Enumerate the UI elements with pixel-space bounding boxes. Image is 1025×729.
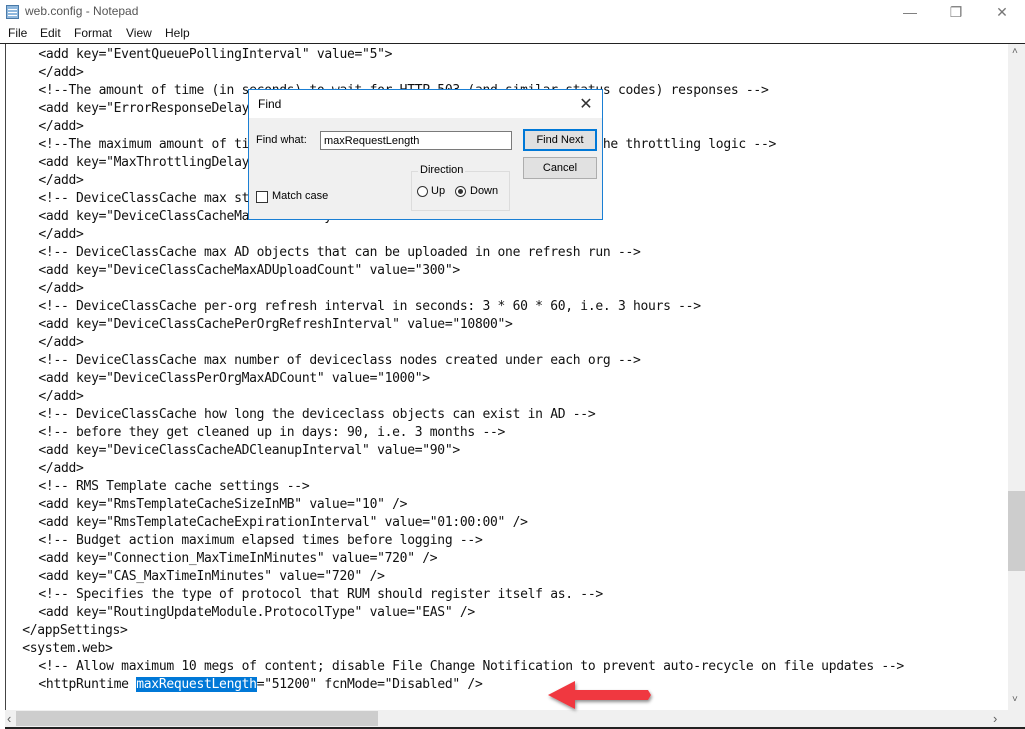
close-button[interactable]: ✕ xyxy=(979,0,1025,24)
code-line: </add> xyxy=(38,461,84,476)
window-title: web.config - Notepad xyxy=(25,4,139,18)
minimize-button[interactable]: — xyxy=(887,0,933,24)
find-what-label: Find what: xyxy=(256,134,307,146)
code-line: <!-- DeviceClassCache how long the devic… xyxy=(38,407,596,422)
minimize-icon: — xyxy=(903,4,917,20)
code-line: <add key="Connection_MaxTimeInMinutes" v… xyxy=(38,551,438,566)
code-line: <add key="DeviceClassCachePerOrgRefreshI… xyxy=(38,317,513,332)
direction-up-label[interactable]: Up xyxy=(431,185,445,197)
code-line: <add key="EventQueuePollingInterval" val… xyxy=(38,47,393,62)
horizontal-scroll-thumb[interactable] xyxy=(16,711,378,726)
menu-format[interactable]: Format xyxy=(74,26,112,40)
direction-down-label[interactable]: Down xyxy=(470,185,498,197)
code-line: <!-- before they get cleaned up in days:… xyxy=(38,425,506,440)
find-dialog-close-button[interactable]: ✕ xyxy=(576,94,596,114)
close-icon: ✕ xyxy=(996,3,1008,20)
find-dialog-title: Find xyxy=(258,97,282,111)
code-line: <!-- Budget action maximum elapsed times… xyxy=(38,533,483,548)
find-next-button[interactable]: Find Next xyxy=(523,129,597,151)
code-line: </appSettings> xyxy=(22,623,128,638)
code-line: <add key="DeviceClassCacheADCleanupInter… xyxy=(38,443,460,458)
code-after-selection: ="51200" fcnMode="Disabled" /> xyxy=(256,677,483,692)
arrow-shape xyxy=(548,681,651,709)
restore-icon: ❐ xyxy=(949,3,963,20)
scroll-left-icon[interactable]: ‹ xyxy=(7,711,11,726)
direction-group: Direction Up Down xyxy=(411,164,510,211)
close-icon: ✕ xyxy=(579,96,593,113)
match-case-label[interactable]: Match case xyxy=(272,190,328,202)
find-dialog-titlebar[interactable]: Find ✕ xyxy=(249,90,602,118)
find-dialog: Find ✕ Find what: Find Next Cancel Direc… xyxy=(248,89,603,220)
code-line: </add> xyxy=(38,389,84,404)
code-line: <!-- DeviceClassCache per-org refresh in… xyxy=(38,299,701,314)
direction-up-radio[interactable] xyxy=(417,186,428,197)
menu-view[interactable]: View xyxy=(126,26,152,40)
code-line: <add key="RoutingUpdateModule.ProtocolTy… xyxy=(38,605,475,620)
code-line: </add> xyxy=(38,65,84,80)
menu-help[interactable]: Help xyxy=(165,26,190,40)
code-line: <add key="RmsTemplateCacheExpirationInte… xyxy=(38,515,528,530)
red-arrow-annotation xyxy=(548,681,651,709)
code-line-httpruntime: <httpRuntime maxRequestLength="51200" fc… xyxy=(38,676,483,694)
scroll-up-icon[interactable]: ˄ xyxy=(1012,46,1018,57)
direction-down-radio[interactable] xyxy=(455,186,466,197)
code-line: </add> xyxy=(38,281,84,296)
notepad-icon xyxy=(6,5,19,19)
scroll-right-icon[interactable]: › xyxy=(993,711,997,726)
code-line: <!-- DeviceClassCache max number of devi… xyxy=(38,353,641,368)
menu-file[interactable]: File xyxy=(8,26,27,40)
code-line: <!-- RMS Template cache settings --> xyxy=(38,479,310,494)
selected-text: maxRequestLength xyxy=(136,677,257,692)
code-line: <add key="RmsTemplateCacheSizeInMB" valu… xyxy=(38,497,408,512)
code-line: </add> xyxy=(38,335,84,350)
code-line: <add key="DeviceClassPerOrgMaxADCount" v… xyxy=(38,371,430,386)
direction-label: Direction xyxy=(418,164,466,176)
vertical-scroll-thumb[interactable] xyxy=(1008,491,1025,571)
vertical-scrollbar[interactable]: ˄ ˅ xyxy=(1008,44,1025,710)
code-line: <add key="CAS_MaxTimeInMinutes" value="7… xyxy=(38,569,385,584)
code-before-selection: <httpRuntime xyxy=(38,677,137,692)
find-what-input[interactable] xyxy=(320,131,512,150)
horizontal-scrollbar[interactable]: ‹ › xyxy=(5,710,1008,727)
scroll-down-icon[interactable]: ˅ xyxy=(1012,694,1018,705)
title-bar: web.config - Notepad — ❐ ✕ xyxy=(0,0,1025,24)
cancel-button[interactable]: Cancel xyxy=(523,157,597,179)
match-case-checkbox[interactable] xyxy=(256,191,268,203)
code-line: </add> xyxy=(38,227,84,242)
code-line: <system.web> xyxy=(22,641,113,656)
code-line: </add> xyxy=(38,119,84,134)
maximize-button[interactable]: ❐ xyxy=(933,0,979,24)
code-line: <add key="DeviceClassCacheMaxADUploadCou… xyxy=(38,263,460,278)
menu-bar: File Edit Format View Help xyxy=(0,24,1025,44)
code-line: <!-- DeviceClassCache max AD objects tha… xyxy=(38,245,641,260)
code-line: <!-- Allow maximum 10 megs of content; d… xyxy=(38,659,904,674)
scrollbar-corner xyxy=(1008,710,1025,727)
menu-edit[interactable]: Edit xyxy=(40,26,61,40)
code-line: <!-- Specifies the type of protocol that… xyxy=(38,587,603,602)
code-line: </add> xyxy=(38,173,84,188)
